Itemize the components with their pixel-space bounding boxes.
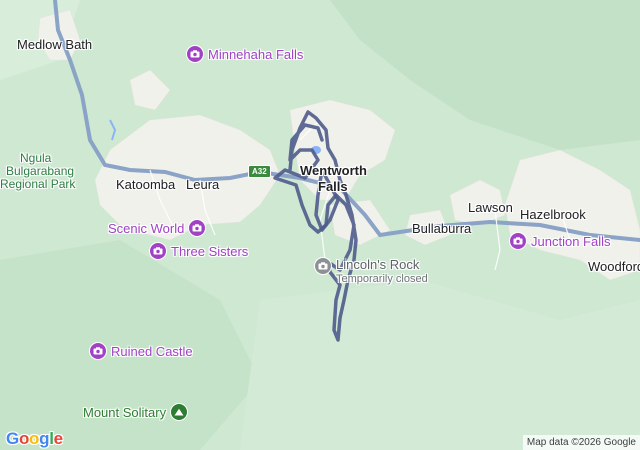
logo-letter: g xyxy=(39,429,50,448)
poi-lincolns-rock[interactable]: Lincoln's Rock Temporarily closed xyxy=(314,257,428,285)
poi-mount-solitary[interactable]: Mount Solitary xyxy=(83,403,189,421)
mountain-icon xyxy=(170,403,189,421)
poi-label: Mount Solitary xyxy=(83,404,167,420)
camera-icon xyxy=(149,242,167,260)
map-data-credit[interactable]: Map data ©2026 Google xyxy=(522,435,640,450)
google-logo[interactable]: Google xyxy=(6,429,63,449)
camera-icon xyxy=(509,232,527,250)
camera-icon xyxy=(186,45,204,63)
poi-label: Three Sisters xyxy=(171,243,249,259)
poi-three-sisters[interactable]: Three Sisters xyxy=(149,242,248,260)
town-label-katoomba[interactable]: Katoomba xyxy=(116,178,175,191)
road-shield-a32: A32 xyxy=(248,165,271,178)
poi-label: Scenic World xyxy=(108,220,185,236)
poi-label: Ruined Castle xyxy=(111,343,193,359)
town-label-bullaburra[interactable]: Bullaburra xyxy=(412,222,471,235)
town-label-leura[interactable]: Leura xyxy=(186,178,219,191)
poi-ruined-castle[interactable]: Ruined Castle xyxy=(89,342,193,360)
town-label-lawson[interactable]: Lawson xyxy=(468,201,513,214)
town-label-falls[interactable]: Falls xyxy=(318,180,348,193)
map-canvas[interactable]: A32 Medlow Bath Katoomba Leura Wentworth… xyxy=(0,0,640,450)
poi-junction-falls[interactable]: Junction Falls xyxy=(509,232,610,250)
town-label-hazelbrook[interactable]: Hazelbrook xyxy=(520,208,586,221)
poi-minnehaha-falls[interactable]: Minnehaha Falls xyxy=(186,45,303,63)
town-label-woodford[interactable]: Woodford xyxy=(588,260,640,273)
camera-icon xyxy=(89,342,107,360)
poi-label: Lincoln's Rock xyxy=(336,257,420,272)
map-base-layer xyxy=(0,0,640,450)
poi-scenic-world[interactable]: Scenic World xyxy=(108,219,207,237)
town-label-wentworth[interactable]: Wentworth xyxy=(300,164,367,177)
park-label-line-2: Bulgarabang xyxy=(6,164,75,178)
logo-letter: G xyxy=(6,429,19,448)
camera-icon xyxy=(188,219,207,237)
logo-letter: o xyxy=(29,429,40,448)
camera-icon xyxy=(314,257,332,275)
town-label-medlow-bath[interactable]: Medlow Bath xyxy=(17,38,92,51)
poi-label: Minnehaha Falls xyxy=(208,46,304,62)
park-label-line-3: Regional Park xyxy=(0,177,76,191)
logo-letter: e xyxy=(53,429,63,448)
park-label-line-1[interactable]: Ngula xyxy=(20,152,51,164)
poi-status: Temporarily closed xyxy=(336,273,428,285)
poi-label: Junction Falls xyxy=(531,233,611,249)
logo-letter: o xyxy=(18,429,30,448)
